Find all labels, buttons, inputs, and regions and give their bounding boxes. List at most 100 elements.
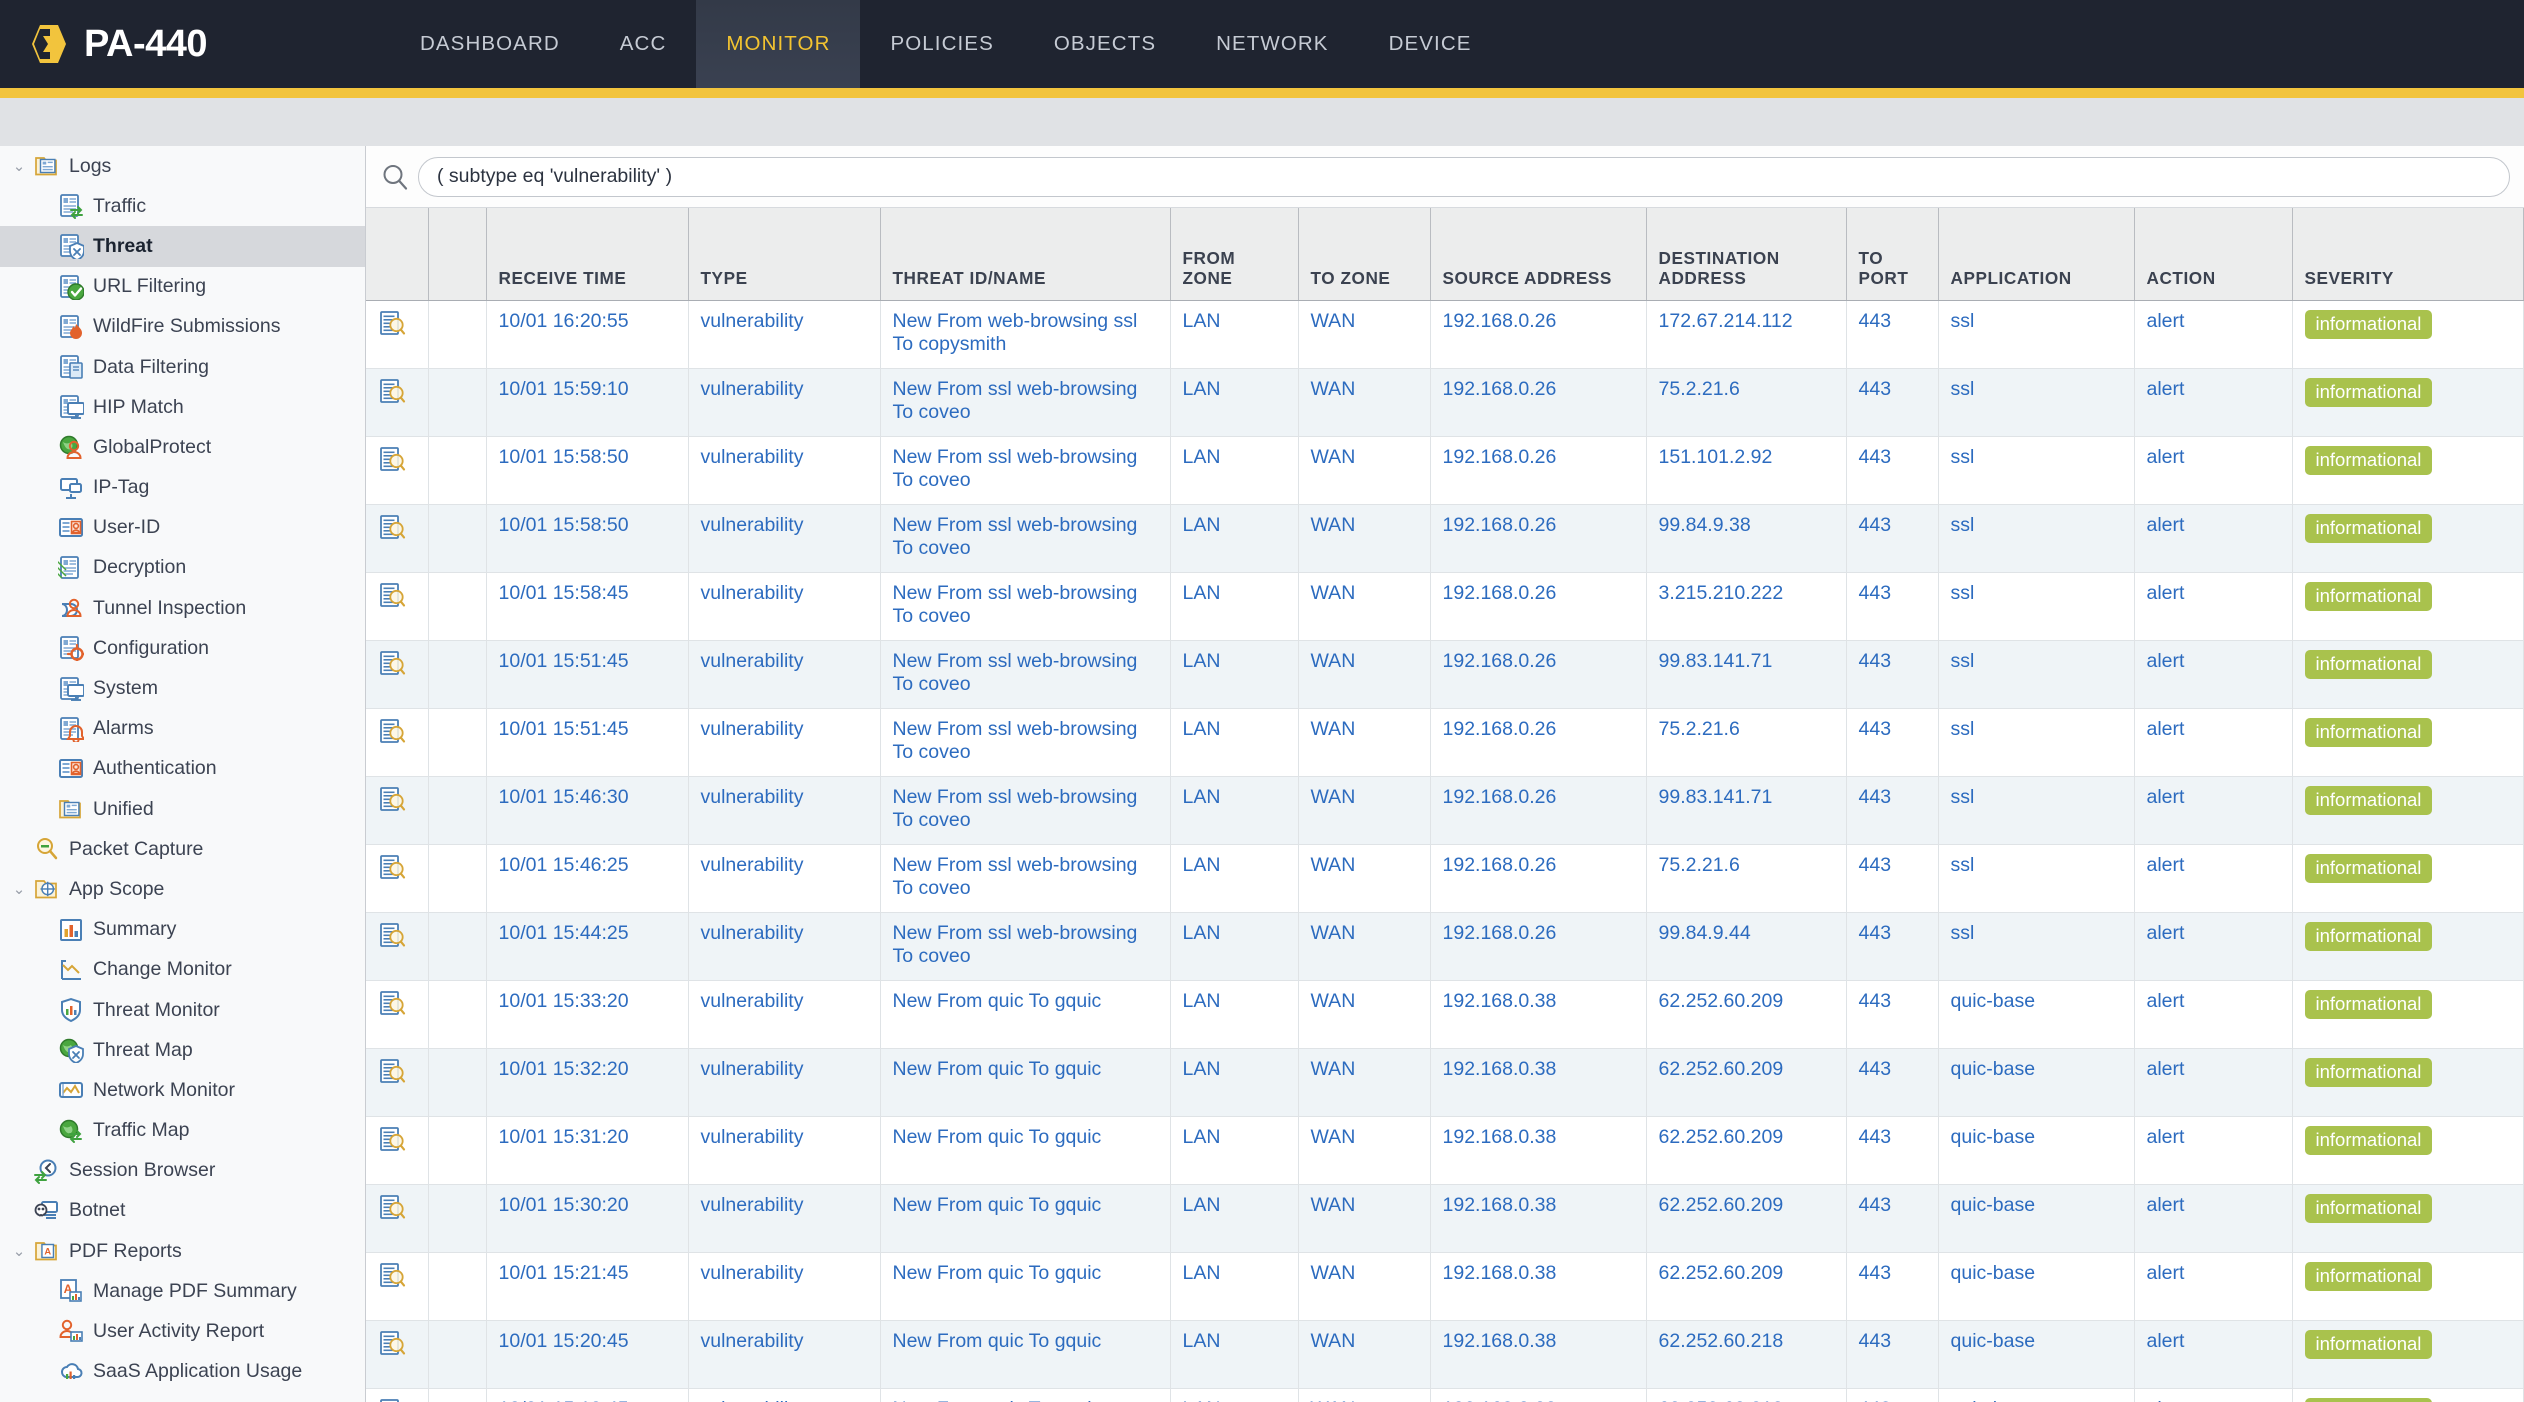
cell-receive_time[interactable]: 10/01 15:59:10 [486, 368, 688, 436]
cell-to_zone[interactable]: WAN [1298, 1320, 1430, 1388]
cell-to_port[interactable]: 443 [1846, 572, 1938, 640]
cell-from_zone[interactable]: LAN [1170, 980, 1298, 1048]
sidebar-item-url-filtering[interactable]: URL Filtering [0, 267, 365, 307]
log-detail-magnifier-icon[interactable] [366, 844, 428, 912]
cell-receive_time[interactable]: 10/01 15:31:20 [486, 1116, 688, 1184]
cell-to_port[interactable]: 443 [1846, 912, 1938, 980]
table-row[interactable]: 10/01 15:31:20vulnerabilityNew From quic… [366, 1116, 2524, 1184]
cell-type[interactable]: vulnerability [688, 1048, 880, 1116]
cell-receive_time[interactable]: 10/01 15:46:30 [486, 776, 688, 844]
sidebar-item-alarms[interactable]: Alarms [0, 709, 365, 749]
column-header-action[interactable]: ACTION [2134, 208, 2292, 300]
column-header-application[interactable]: APPLICATION [1938, 208, 2134, 300]
cell-source_address[interactable]: 192.168.0.26 [1430, 300, 1646, 368]
sidebar-item-saas-application-usage[interactable]: SaaS Application Usage [0, 1352, 365, 1392]
cell-type[interactable]: vulnerability [688, 436, 880, 504]
cell-destination_address[interactable]: 99.83.141.71 [1646, 776, 1846, 844]
cell-source_address[interactable]: 192.168.0.38 [1430, 1048, 1646, 1116]
sidebar-item-ip-tag[interactable]: IP-Tag [0, 468, 365, 508]
nav-tab-objects[interactable]: OBJECTS [1024, 0, 1186, 88]
nav-tab-monitor[interactable]: MONITOR [696, 0, 860, 88]
cell-receive_time[interactable]: 10/01 15:33:20 [486, 980, 688, 1048]
cell-type[interactable]: vulnerability [688, 844, 880, 912]
cell-destination_address[interactable]: 151.101.2.92 [1646, 436, 1846, 504]
cell-application[interactable]: ssl [1938, 436, 2134, 504]
cell-action[interactable]: alert [2134, 776, 2292, 844]
cell-to_port[interactable]: 443 [1846, 1048, 1938, 1116]
sidebar-item-threat[interactable]: Threat [0, 226, 365, 266]
cell-application[interactable]: quic-base [1938, 1252, 2134, 1320]
sidebar-item-tunnel-inspection[interactable]: Tunnel Inspection [0, 588, 365, 628]
cell-from_zone[interactable]: LAN [1170, 300, 1298, 368]
cell-receive_time[interactable]: 10/01 15:44:25 [486, 912, 688, 980]
table-row[interactable]: 10/01 15:32:20vulnerabilityNew From quic… [366, 1048, 2524, 1116]
cell-destination_address[interactable]: 62.252.60.218 [1646, 1320, 1846, 1388]
cell-type[interactable]: vulnerability [688, 980, 880, 1048]
sidebar-item-threat-map[interactable]: Threat Map [0, 1030, 365, 1070]
cell-to_port[interactable]: 443 [1846, 640, 1938, 708]
table-row[interactable]: 10/01 15:21:45vulnerabilityNew From quic… [366, 1252, 2524, 1320]
sidebar-item-summary[interactable]: Summary [0, 910, 365, 950]
cell-from_zone[interactable]: LAN [1170, 1184, 1298, 1252]
cell-threat_id[interactable]: New From quic To gquic [880, 1048, 1170, 1116]
cell-to_port[interactable]: 443 [1846, 844, 1938, 912]
cell-threat_id[interactable]: New From ssl web-browsing To coveo [880, 640, 1170, 708]
cell-application[interactable]: ssl [1938, 844, 2134, 912]
log-detail-magnifier-icon[interactable] [366, 300, 428, 368]
cell-source_address[interactable]: 192.168.0.38 [1430, 1184, 1646, 1252]
cell-type[interactable]: vulnerability [688, 368, 880, 436]
cell-from_zone[interactable]: LAN [1170, 844, 1298, 912]
cell-type[interactable]: vulnerability [688, 1184, 880, 1252]
column-header-severity[interactable]: SEVERITY [2292, 208, 2524, 300]
sidebar-item-system[interactable]: System [0, 668, 365, 708]
sidebar-item-change-monitor[interactable]: Change Monitor [0, 950, 365, 990]
log-detail-magnifier-icon[interactable] [366, 368, 428, 436]
cell-type[interactable]: vulnerability [688, 1252, 880, 1320]
cell-threat_id[interactable]: New From quic To gquic [880, 1184, 1170, 1252]
cell-application[interactable]: quic-base [1938, 1184, 2134, 1252]
table-row[interactable]: 10/01 15:33:20vulnerabilityNew From quic… [366, 980, 2524, 1048]
sidebar-item-app-scope[interactable]: ⌄App Scope [0, 869, 365, 909]
search-icon[interactable] [380, 162, 410, 192]
sidebar-item-globalprotect[interactable]: GlobalProtect [0, 427, 365, 467]
cell-application[interactable]: quic-base [1938, 1320, 2134, 1388]
cell-threat_id[interactable]: New From quic To gquic [880, 1116, 1170, 1184]
cell-destination_address[interactable]: 99.84.9.38 [1646, 504, 1846, 572]
cell-from_zone[interactable]: LAN [1170, 436, 1298, 504]
cell-receive_time[interactable]: 10/01 15:46:25 [486, 844, 688, 912]
cell-to_zone[interactable]: WAN [1298, 980, 1430, 1048]
sidebar-item-configuration[interactable]: Configuration [0, 628, 365, 668]
sidebar-item-unified[interactable]: Unified [0, 789, 365, 829]
cell-destination_address[interactable]: 62.252.60.209 [1646, 1048, 1846, 1116]
cell-destination_address[interactable]: 3.215.210.222 [1646, 572, 1846, 640]
cell-destination_address[interactable]: 62.252.60.209 [1646, 1184, 1846, 1252]
cell-action[interactable]: alert [2134, 1048, 2292, 1116]
nav-tab-policies[interactable]: POLICIES [860, 0, 1023, 88]
cell-source_address[interactable]: 192.168.0.26 [1430, 708, 1646, 776]
column-header-from_zone[interactable]: FROM ZONE [1170, 208, 1298, 300]
sidebar-item-threat-monitor[interactable]: Threat Monitor [0, 990, 365, 1030]
column-header-to_port[interactable]: TO PORT [1846, 208, 1938, 300]
cell-from_zone[interactable]: LAN [1170, 1388, 1298, 1402]
cell-to_zone[interactable]: WAN [1298, 640, 1430, 708]
cell-to_port[interactable]: 443 [1846, 300, 1938, 368]
cell-receive_time[interactable]: 10/01 15:58:45 [486, 572, 688, 640]
cell-threat_id[interactable]: New From ssl web-browsing To coveo [880, 844, 1170, 912]
sidebar-item-wildfire-submissions[interactable]: WildFire Submissions [0, 307, 365, 347]
nav-tab-acc[interactable]: ACC [590, 0, 697, 88]
cell-type[interactable]: vulnerability [688, 1320, 880, 1388]
cell-application[interactable]: ssl [1938, 300, 2134, 368]
cell-to_zone[interactable]: WAN [1298, 504, 1430, 572]
cell-application[interactable]: quic-base [1938, 1048, 2134, 1116]
sidebar-item-botnet[interactable]: Botnet [0, 1191, 365, 1231]
cell-action[interactable]: alert [2134, 1184, 2292, 1252]
cell-source_address[interactable]: 192.168.0.26 [1430, 640, 1646, 708]
cell-from_zone[interactable]: LAN [1170, 1320, 1298, 1388]
cell-receive_time[interactable]: 10/01 15:20:45 [486, 1320, 688, 1388]
table-row[interactable]: 10/01 15:58:50vulnerabilityNew From ssl … [366, 436, 2524, 504]
cell-to_port[interactable]: 443 [1846, 1116, 1938, 1184]
cell-threat_id[interactable]: New From ssl web-browsing To coveo [880, 572, 1170, 640]
cell-to_port[interactable]: 443 [1846, 1252, 1938, 1320]
sidebar-item-packet-capture[interactable]: Packet Capture [0, 829, 365, 869]
cell-to_port[interactable]: 443 [1846, 1184, 1938, 1252]
